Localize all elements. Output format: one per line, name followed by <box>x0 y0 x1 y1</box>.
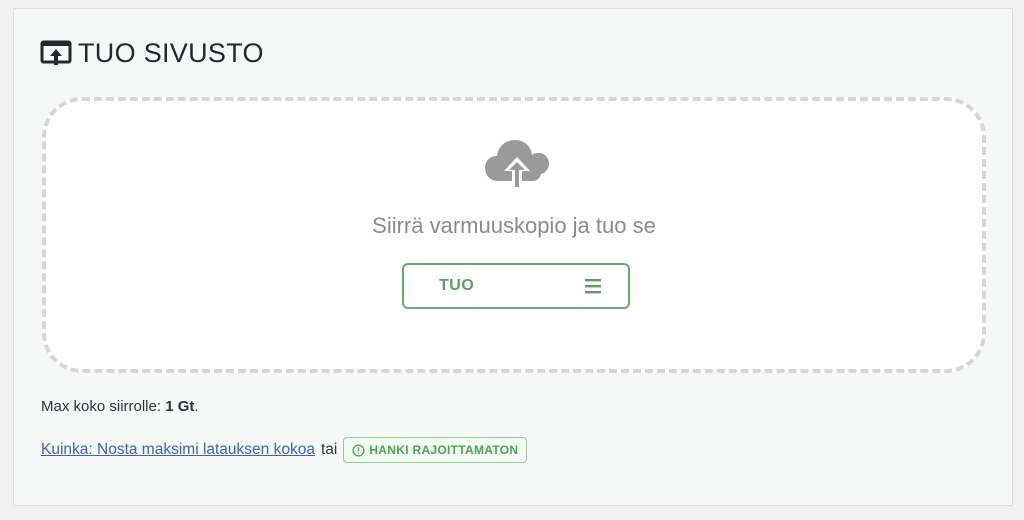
increase-upload-size-link[interactable]: Kuinka: Nosta maksimi latauksen kokoa <box>41 441 315 459</box>
import-button[interactable]: TUO <box>402 263 630 309</box>
or-text: tai <box>320 441 338 458</box>
get-unlimited-button[interactable]: HANKI RAJOITTAMATON <box>343 437 528 463</box>
get-unlimited-label: HANKI RAJOITTAMATON <box>369 443 519 457</box>
dropzone-message: Siirrä varmuuskopio ja tuo se <box>372 213 656 238</box>
info-circle-icon <box>352 443 365 457</box>
import-button-label: TUO <box>439 277 475 294</box>
upgrade-row: Kuinka: Nosta maksimi latauksen kokoa ta… <box>41 437 528 463</box>
max-upload-size: Max koko siirrolle: 1 Gt. <box>41 398 199 415</box>
hamburger-menu-icon <box>585 279 601 294</box>
max-size-value: 1 Gt <box>165 398 195 415</box>
page-header: TUO SIVUSTO <box>40 37 264 69</box>
cloud-upload-icon <box>485 140 549 189</box>
max-size-suffix: . <box>194 398 199 415</box>
import-panel: TUO SIVUSTO Siirrä varmuuskopio ja tuo s… <box>13 8 1013 506</box>
file-dropzone[interactable]: Siirrä varmuuskopio ja tuo se TUO <box>42 97 986 373</box>
site-import-icon <box>40 40 72 65</box>
page-title: TUO SIVUSTO <box>78 37 264 68</box>
max-size-label: Max koko siirrolle: <box>41 398 162 415</box>
